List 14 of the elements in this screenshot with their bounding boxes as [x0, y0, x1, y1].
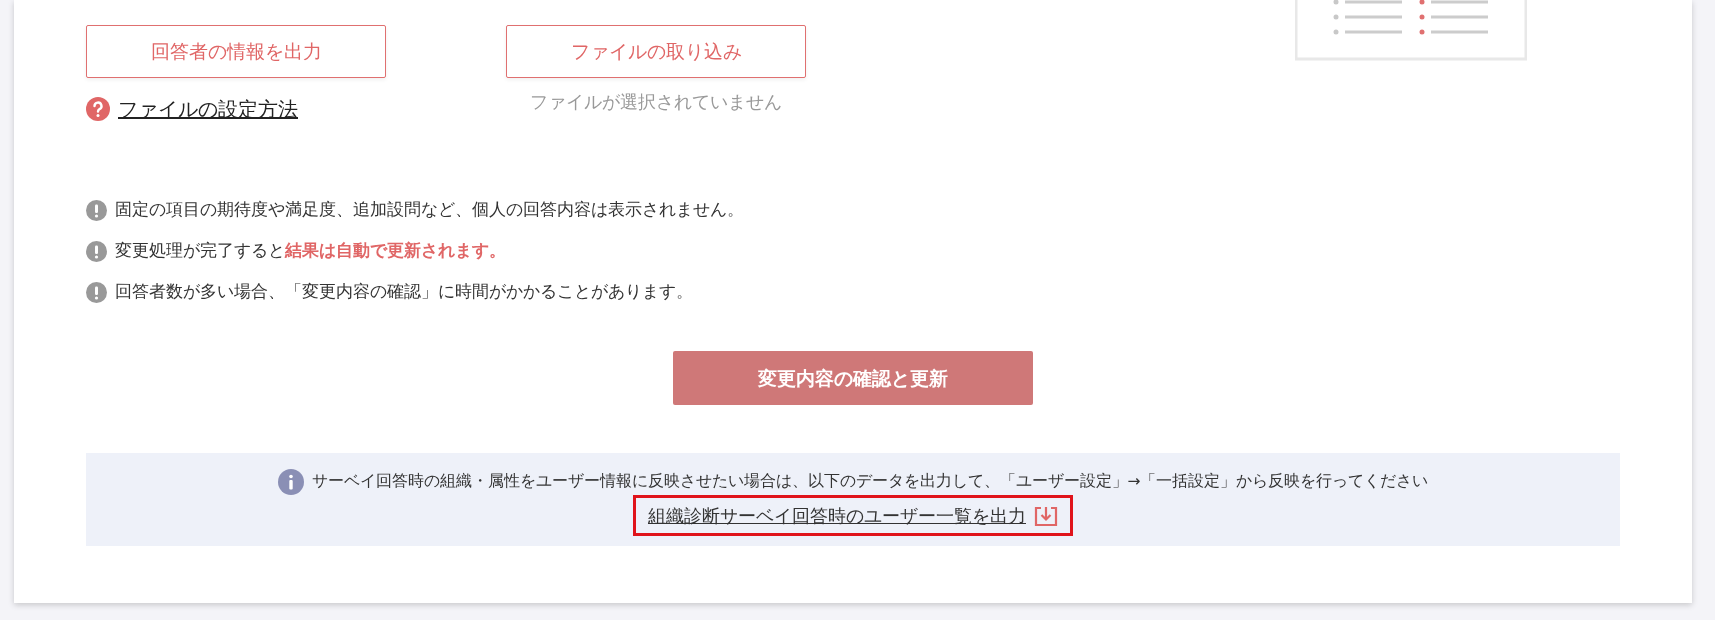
note-text: 変更処理が完了すると結果は自動で更新されます。 [115, 240, 506, 263]
help-icon [86, 97, 110, 121]
file-status-text: ファイルが選択されていません [529, 90, 783, 114]
download-icon [1034, 504, 1058, 527]
warning-icon [86, 282, 107, 303]
export-button[interactable]: 回答者の情報を出力 [86, 25, 386, 78]
info-text: サーベイ回答時の組織・属性をユーザー情報に反映させたい場合は、以下のデータを出力して、「ユーザー設定」→「一括設定」から反映を行ってください [311, 471, 1429, 493]
warning-icon [86, 200, 107, 221]
help-link[interactable]: ファイルの設定方法 [118, 94, 298, 124]
warning-icon [86, 241, 107, 262]
note-text: 回答者数が多い場合、「変更内容の確認」に時間がかかることがあります。 [115, 281, 693, 304]
import-button[interactable]: ファイルの取り込み [506, 25, 806, 78]
info-icon [277, 469, 304, 495]
note-text: 固定の項目の期待度や満足度、追加設問など、個人の回答内容は表示されません。 [115, 199, 744, 222]
